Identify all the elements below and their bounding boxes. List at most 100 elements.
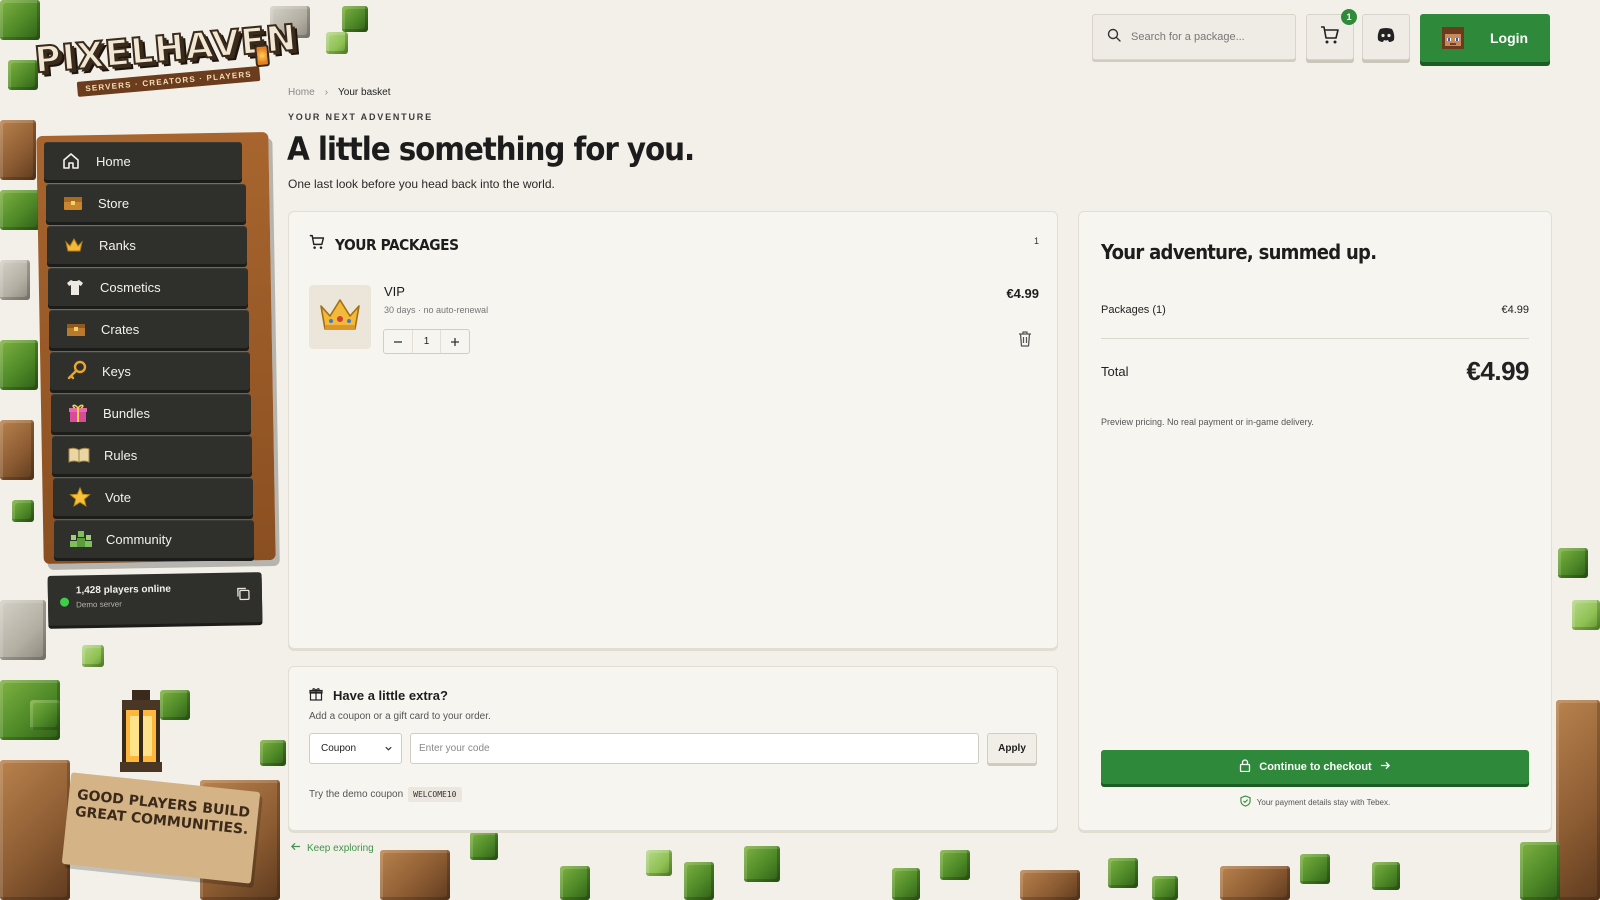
sidebar-item-store[interactable]: Store bbox=[46, 184, 246, 222]
cart-count-badge: 1 bbox=[1341, 9, 1357, 25]
preview-pricing-note: Preview pricing. No real payment or in-g… bbox=[1101, 417, 1314, 427]
quantity-stepper: 1 bbox=[383, 329, 470, 354]
package-name: VIP bbox=[384, 284, 405, 299]
sidebar-item-cosmetics[interactable]: Cosmetics bbox=[48, 268, 248, 306]
decrease-quantity-button[interactable] bbox=[384, 330, 412, 353]
sidebar-item-bundles[interactable]: Bundles bbox=[51, 394, 251, 432]
sidebar-item-label: Bundles bbox=[103, 405, 150, 421]
packages-count: 1 bbox=[1033, 236, 1039, 246]
sidebar-item-label: Rules bbox=[104, 447, 138, 463]
search-bar[interactable] bbox=[1092, 14, 1296, 60]
sidebar-item-label: Crates bbox=[101, 321, 140, 337]
online-status-dot bbox=[59, 597, 70, 607]
coupon-card: Have a little extra? Add a coupon or a g… bbox=[288, 666, 1058, 831]
server-status-card: 1,428 players online Demo server bbox=[47, 572, 263, 626]
demo-coupon-hint: Try the demo coupon WELCOME10 bbox=[309, 787, 462, 802]
server-name: Demo server bbox=[76, 599, 122, 610]
shirt-icon bbox=[64, 276, 86, 298]
increase-quantity-button[interactable] bbox=[441, 330, 469, 353]
apply-button[interactable]: Apply bbox=[987, 733, 1037, 764]
foliage-top-left bbox=[0, 0, 70, 900]
discord-button[interactable] bbox=[1362, 14, 1410, 60]
package-price: €4.99 bbox=[1006, 286, 1039, 301]
summary-divider bbox=[1101, 338, 1529, 339]
sidebar-item-label: Cosmetics bbox=[100, 279, 161, 295]
summary-packages-row: Packages (1) €4.99 bbox=[1101, 304, 1529, 316]
keep-exploring-label: Keep exploring bbox=[307, 842, 374, 854]
sidebar-item-ranks[interactable]: Ranks bbox=[47, 226, 247, 264]
cart-icon bbox=[309, 234, 325, 255]
order-summary-card: Your adventure, summed up. Packages (1) … bbox=[1078, 211, 1552, 831]
code-type-value: Coupon bbox=[321, 743, 357, 754]
sidebar-item-label: Vote bbox=[105, 489, 132, 505]
sidebar-item-rules[interactable]: Rules bbox=[52, 436, 252, 474]
sidebar-item-label: Home bbox=[96, 153, 131, 169]
summary-packages-label: Packages (1) bbox=[1101, 304, 1166, 316]
gift-icon bbox=[67, 402, 89, 424]
quantity-value[interactable]: 1 bbox=[412, 330, 441, 353]
sidebar-item-label: Community bbox=[106, 531, 172, 547]
sidebar-item-label: Store bbox=[98, 195, 130, 211]
page-eyebrow: YOUR NEXT ADVENTURE bbox=[288, 112, 433, 122]
lantern-decoration bbox=[108, 690, 174, 784]
sidebar-item-home[interactable]: Home bbox=[44, 142, 242, 180]
players-online-count: 1,428 players online bbox=[75, 583, 171, 597]
home-icon bbox=[60, 150, 82, 172]
discord-icon bbox=[1376, 27, 1396, 48]
crown-icon bbox=[318, 296, 362, 339]
coupon-card-subtitle: Add a coupon or a gift card to your orde… bbox=[309, 711, 491, 722]
continue-to-checkout-button[interactable]: Continue to checkout bbox=[1101, 750, 1529, 784]
page-title: A little something for you. bbox=[287, 130, 695, 168]
keep-exploring-link[interactable]: Keep exploring bbox=[290, 841, 374, 855]
package-thumbnail bbox=[309, 285, 371, 349]
demo-coupon-text: Try the demo coupon bbox=[309, 789, 404, 800]
cart-button[interactable]: 1 bbox=[1306, 9, 1357, 60]
packages-title: YOUR PACKAGES bbox=[335, 235, 459, 254]
sidebar-item-crates[interactable]: Crates bbox=[49, 310, 249, 348]
copy-icon[interactable] bbox=[236, 586, 250, 601]
arrow-left-icon bbox=[290, 841, 301, 855]
coupon-card-title: Have a little extra? bbox=[333, 688, 448, 703]
summary-total-label: Total bbox=[1101, 364, 1129, 379]
site-logo[interactable]: PIXELHAVEN SERVERS · CREATORS · PLAYERS bbox=[32, 17, 300, 121]
code-type-select[interactable]: Coupon bbox=[309, 733, 402, 764]
checkout-label: Continue to checkout bbox=[1259, 761, 1372, 773]
sidebar-item-vote[interactable]: Vote bbox=[53, 478, 253, 516]
search-icon bbox=[1107, 28, 1121, 47]
summary-packages-value: €4.99 bbox=[1501, 304, 1529, 316]
crate-icon bbox=[65, 318, 87, 340]
breadcrumb: Home › Your basket bbox=[288, 87, 390, 98]
page-subtitle: One last look before you head back into … bbox=[288, 177, 555, 191]
chevron-down-icon bbox=[384, 744, 393, 756]
sidebar-nav: Home Store Ranks Cosmetics Crates Keys B… bbox=[44, 142, 254, 562]
key-icon bbox=[66, 360, 88, 382]
packages-card: YOUR PACKAGES 1 VIP 30 days · no auto-re… bbox=[288, 211, 1058, 649]
wooden-sign: GOOD PLAYERS BUILD GREAT COMMUNITIES. bbox=[61, 772, 261, 884]
breadcrumb-current: Your basket bbox=[338, 87, 391, 98]
lock-icon bbox=[1239, 759, 1251, 775]
sidebar-item-label: Keys bbox=[102, 363, 131, 379]
coupon-code-input[interactable] bbox=[410, 733, 979, 764]
demo-coupon-code[interactable]: WELCOME10 bbox=[408, 787, 462, 802]
crown-icon bbox=[63, 234, 85, 256]
summary-total-value: €4.99 bbox=[1466, 356, 1529, 386]
gift-icon bbox=[309, 687, 323, 704]
summary-title: Your adventure, summed up. bbox=[1101, 240, 1377, 264]
trash-icon[interactable] bbox=[1017, 330, 1033, 348]
breadcrumb-home-link[interactable]: Home bbox=[288, 87, 315, 98]
breadcrumb-separator: › bbox=[324, 87, 329, 98]
player-avatar-icon bbox=[1442, 27, 1464, 49]
star-icon bbox=[69, 486, 91, 508]
sidebar-item-keys[interactable]: Keys bbox=[50, 352, 250, 390]
packages-header: YOUR PACKAGES bbox=[309, 234, 469, 255]
book-icon bbox=[68, 444, 90, 466]
chest-icon bbox=[62, 192, 84, 214]
login-button[interactable]: Login bbox=[1420, 14, 1550, 62]
secure-payment-note: Your payment details stay with Tebex. bbox=[1079, 795, 1551, 809]
package-meta: 30 days · no auto-renewal bbox=[384, 305, 489, 315]
sidebar-item-community[interactable]: Community bbox=[54, 520, 254, 558]
arrow-right-icon bbox=[1380, 760, 1391, 774]
sidebar-item-label: Ranks bbox=[99, 237, 136, 253]
search-input[interactable] bbox=[1131, 31, 1281, 43]
lantern-icon bbox=[254, 44, 271, 68]
